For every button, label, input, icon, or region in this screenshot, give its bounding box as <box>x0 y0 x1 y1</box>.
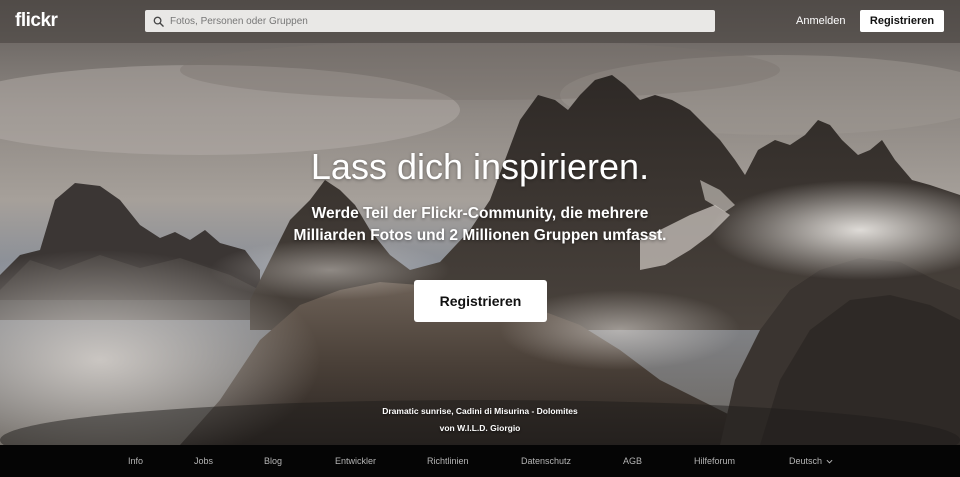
language-selector[interactable]: Deutsch <box>789 455 833 467</box>
photo-title-link[interactable]: Dramatic sunrise, Cadini di Misurina - D… <box>330 403 630 420</box>
photo-credit: Dramatic sunrise, Cadini di Misurina - D… <box>330 403 630 437</box>
search-input[interactable] <box>170 12 690 30</box>
hero-title: Lass dich inspirieren. <box>310 146 650 187</box>
footer-link-agb[interactable]: AGB <box>623 455 642 467</box>
footer-link-info[interactable]: Info <box>128 455 143 467</box>
footer-bar: Info Jobs Blog Entwickler Richtlinien Da… <box>0 445 960 477</box>
footer-link-richtlinien[interactable]: Richtlinien <box>427 455 469 467</box>
search-bar[interactable] <box>145 10 715 32</box>
flickr-landing-page: flickr Anmelden Registrieren Lass dich i… <box>0 0 960 477</box>
hero-subtitle: Werde Teil der Flickr-Community, die meh… <box>293 205 667 244</box>
footer-link-hilfeforum[interactable]: Hilfeforum <box>694 455 735 467</box>
login-link[interactable]: Anmelden <box>796 14 846 28</box>
hero-signup-button[interactable]: Registrieren <box>414 280 547 322</box>
footer-link-datenschutz[interactable]: Datenschutz <box>521 455 571 467</box>
footer-link-entwickler[interactable]: Entwickler <box>335 455 376 467</box>
flickr-logo[interactable]: flickr <box>15 10 58 32</box>
photo-by-prefix: von <box>439 423 458 433</box>
language-label: Deutsch <box>789 456 823 466</box>
header-signup-button[interactable]: Registrieren <box>860 10 944 32</box>
photo-author-line: von W.I.L.D. Giorgio <box>330 420 630 437</box>
top-navigation-bar: flickr Anmelden Registrieren <box>0 0 960 43</box>
photo-author-link[interactable]: W.I.L.D. Giorgio <box>457 423 520 433</box>
footer-link-blog[interactable]: Blog <box>264 455 282 467</box>
search-icon <box>153 16 164 27</box>
chevron-down-icon <box>826 459 833 464</box>
footer-link-jobs[interactable]: Jobs <box>194 455 213 467</box>
